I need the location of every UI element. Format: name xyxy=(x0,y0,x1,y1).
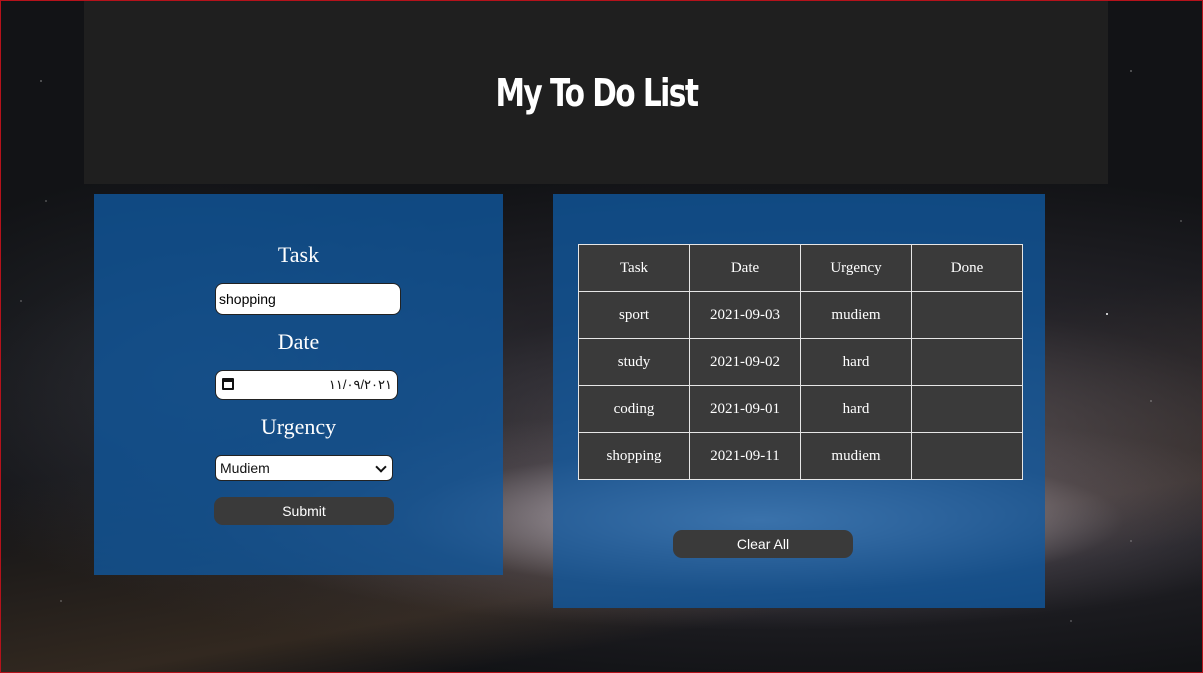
done-cell[interactable] xyxy=(911,432,1023,480)
task-table: Task Date Urgency Done sport 2021-09-03 … xyxy=(578,244,1023,480)
date-value: ١١/٠٩/٢٠٢١ xyxy=(328,377,392,392)
urgency-cell: mudiem xyxy=(800,432,912,480)
date-input[interactable]: ١١/٠٩/٢٠٢١ xyxy=(215,370,398,400)
done-cell[interactable] xyxy=(911,385,1023,433)
calendar-icon[interactable] xyxy=(222,378,234,390)
urgency-cell: mudiem xyxy=(800,291,912,339)
table-row: coding 2021-09-01 hard xyxy=(578,385,1023,433)
column-header-date: Date xyxy=(689,244,801,292)
task-label: Task xyxy=(277,242,320,267)
date-cell: 2021-09-11 xyxy=(689,432,801,480)
task-cell: study xyxy=(578,338,690,386)
task-cell: sport xyxy=(578,291,690,339)
urgency-cell: hard xyxy=(800,338,912,386)
urgency-select[interactable]: Mudiem xyxy=(215,455,393,481)
task-input[interactable] xyxy=(215,283,401,315)
urgency-cell: hard xyxy=(800,385,912,433)
table-header-row: Task Date Urgency Done xyxy=(578,244,1023,292)
done-cell[interactable] xyxy=(911,291,1023,339)
table-row: sport 2021-09-03 mudiem xyxy=(578,291,1023,339)
chevron-down-icon xyxy=(375,461,387,473)
date-cell: 2021-09-03 xyxy=(689,291,801,339)
column-header-task: Task xyxy=(578,244,690,292)
clear-all-button[interactable]: Clear All xyxy=(673,530,853,558)
table-row: shopping 2021-09-11 mudiem xyxy=(578,432,1023,480)
date-label: Date xyxy=(277,329,320,354)
task-cell: shopping xyxy=(578,432,690,480)
task-form-panel: Task Date ١١/٠٩/٢٠٢١ Urgency Mudiem Subm… xyxy=(94,194,503,575)
date-cell: 2021-09-01 xyxy=(689,385,801,433)
date-cell: 2021-09-02 xyxy=(689,338,801,386)
column-header-done: Done xyxy=(911,244,1023,292)
page-title: My To Do List xyxy=(495,70,699,115)
done-cell[interactable] xyxy=(911,338,1023,386)
urgency-selected-value: Mudiem xyxy=(220,460,270,476)
task-cell: coding xyxy=(578,385,690,433)
page-header: My To Do List xyxy=(84,1,1108,184)
column-header-urgency: Urgency xyxy=(800,244,912,292)
table-row: study 2021-09-02 hard xyxy=(578,338,1023,386)
urgency-label: Urgency xyxy=(260,414,337,439)
task-table-panel: Task Date Urgency Done sport 2021-09-03 … xyxy=(553,194,1045,608)
submit-button[interactable]: Submit xyxy=(214,497,394,525)
